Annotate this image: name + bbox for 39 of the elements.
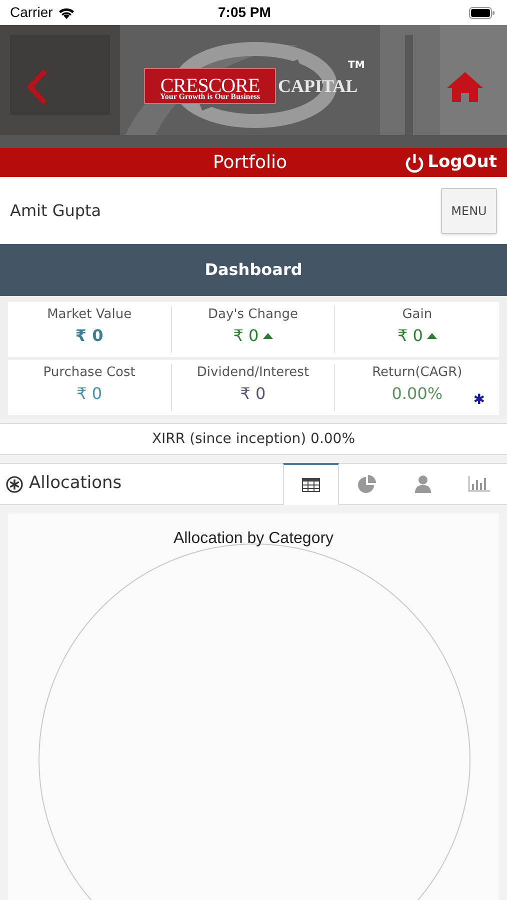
stat-label: Purchase Cost [43, 364, 136, 382]
user-name: Amit Gupta [10, 200, 102, 222]
page-title: Portfolio [213, 151, 288, 175]
clock-time: 7:05 PM [218, 3, 271, 22]
carrier-label: Carrier [10, 3, 53, 22]
stat-value: ₹ 0 [240, 383, 266, 405]
table-icon [302, 478, 320, 492]
back-icon[interactable] [26, 69, 48, 105]
trademark-mark: TM [348, 61, 365, 71]
stat-value: ₹ 0 [76, 383, 102, 405]
chart-title: Allocation by Category [173, 529, 334, 549]
stat-value: ₹ 0 [397, 325, 423, 347]
up-arrow-icon [426, 333, 437, 339]
stat-label: Market Value [47, 306, 132, 324]
view-tab[interactable] [283, 463, 339, 505]
dashboard-title: Dashboard [204, 259, 302, 281]
xirr-text: XIRR (since inception) 0.00% [152, 430, 356, 448]
menu-button[interactable]: MENU [441, 188, 497, 234]
bar-chart-icon [468, 476, 490, 492]
wifi-icon [58, 6, 75, 18]
logo-tagline: Your Growth is Our Business [158, 93, 262, 101]
person-icon [415, 475, 431, 493]
power-icon [404, 152, 424, 172]
stat-label: Day's Change [208, 306, 298, 324]
logout-button[interactable]: LogOut [404, 150, 497, 176]
pie-chart-icon [357, 475, 377, 493]
logo-capital: CAPITAL [278, 77, 358, 95]
asterisk-mark[interactable]: ✱ [473, 390, 485, 411]
battery-icon [469, 6, 495, 18]
asterisk-circle-icon [6, 476, 23, 492]
stat-label: Return(CAGR) [372, 364, 462, 382]
stat-label: Gain [402, 306, 432, 324]
up-arrow-icon [262, 333, 273, 339]
stat-value: 0.00% [392, 383, 443, 405]
allocations-title: Allocations [29, 472, 122, 496]
home-icon[interactable] [447, 72, 483, 102]
stat-value: ₹ 0 [233, 325, 259, 347]
stat-label: Dividend/Interest [196, 364, 310, 382]
stat-value: ₹ 0 [75, 325, 104, 347]
